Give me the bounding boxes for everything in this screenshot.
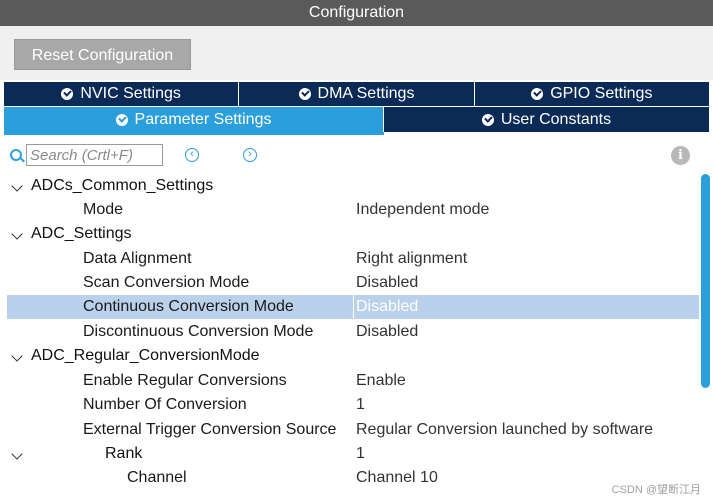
tree-row-selected[interactable]: Continuous Conversion Mode Disabled [7, 295, 699, 319]
param-value[interactable]: Disabled [356, 298, 418, 316]
tab-row-2: Parameter Settings User Constants [4, 107, 709, 132]
scrollbar-thumb[interactable] [701, 174, 710, 388]
tree-group-label: ADCs_Common_Settings [31, 177, 214, 194]
chevron-down-icon[interactable] [11, 448, 23, 460]
chevron-down-icon[interactable] [11, 180, 23, 192]
tab-label: Parameter Settings [134, 110, 272, 128]
chevron-down-icon[interactable] [11, 228, 23, 240]
tree-row[interactable]: External Trigger Conversion Source Regul… [7, 418, 699, 442]
watermark: CSDN @望断江月 [611, 484, 701, 496]
tab-gpio-settings[interactable]: GPIO Settings [474, 82, 709, 106]
param-name: Continuous Conversion Mode [83, 298, 294, 315]
check-circle-icon [481, 113, 494, 126]
tree-row[interactable]: Number Of Conversion 1 [7, 393, 699, 417]
tree-group[interactable]: ADCs_Common_Settings [7, 174, 699, 198]
param-value[interactable]: Regular Conversion launched by software [356, 421, 653, 439]
param-value[interactable]: Channel 10 [356, 469, 438, 487]
info-icon[interactable]: i [671, 146, 690, 165]
tab-label: GPIO Settings [550, 85, 653, 102]
search-input[interactable] [26, 144, 163, 166]
param-name: Data Alignment [83, 250, 192, 267]
param-value[interactable]: 1 [356, 445, 365, 463]
param-name: Enable Regular Conversions [83, 372, 287, 389]
previous-match-icon[interactable]: ‹ [185, 148, 199, 162]
param-name: Number Of Conversion [83, 396, 247, 413]
tree-row[interactable]: Scan Conversion Mode Disabled [7, 271, 699, 295]
window-title: Configuration [0, 0, 713, 26]
search-icon [10, 149, 22, 161]
column-divider [353, 295, 354, 319]
parameter-tree: ADCs_Common_Settings Mode Independent mo… [0, 172, 700, 492]
param-name: Discontinuous Conversion Mode [83, 323, 314, 340]
tab-user-constants[interactable]: User Constants [384, 107, 709, 132]
tree-row[interactable]: Data Alignment Right alignment [7, 247, 699, 271]
toolbar: Reset Configuration [0, 26, 713, 80]
param-name: Mode [83, 201, 124, 218]
vertical-scrollbar[interactable] [700, 172, 713, 492]
tree-group[interactable]: ADC_Settings [7, 222, 699, 246]
next-match-icon[interactable]: › [243, 148, 257, 162]
check-circle-icon [115, 113, 128, 126]
tree-group[interactable]: Rank 1 [7, 442, 699, 466]
param-value[interactable]: 1 [356, 396, 365, 414]
param-value[interactable]: Right alignment [356, 250, 467, 268]
tree-row[interactable]: Channel Channel 10 [7, 466, 699, 490]
param-name: External Trigger Conversion Source [83, 421, 337, 438]
tree-row[interactable]: Discontinuous Conversion Mode Disabled [7, 320, 699, 344]
param-value[interactable]: Independent mode [356, 201, 489, 219]
check-circle-icon [531, 88, 544, 100]
tab-label: DMA Settings [317, 85, 415, 102]
tab-label: User Constants [500, 110, 612, 128]
param-name: Scan Conversion Mode [83, 274, 250, 291]
tree-group[interactable]: ADC_Regular_ConversionMode [7, 344, 699, 368]
tab-label: NVIC Settings [80, 85, 181, 102]
tree-row[interactable]: Mode Independent mode [7, 198, 699, 222]
tree-group-label: ADC_Regular_ConversionMode [31, 347, 260, 364]
reset-configuration-button[interactable]: Reset Configuration [14, 39, 191, 70]
tab-nvic-settings[interactable]: NVIC Settings [4, 82, 240, 106]
param-name: Rank [105, 445, 143, 462]
param-value[interactable]: Disabled [356, 323, 418, 341]
param-value[interactable]: Disabled [356, 274, 418, 292]
tab-parameter-settings[interactable]: Parameter Settings [4, 107, 384, 132]
check-circle-icon [298, 88, 311, 100]
tab-row-1: NVIC Settings DMA Settings GPIO Settings [4, 82, 709, 106]
param-name: Channel [127, 469, 187, 486]
tree-group-label: ADC_Settings [31, 225, 132, 242]
param-value[interactable]: Enable [356, 372, 406, 390]
check-circle-icon [61, 88, 74, 100]
search-bar: ‹ › i [0, 140, 713, 170]
active-tab-indicator [4, 132, 384, 135]
tab-dma-settings[interactable]: DMA Settings [239, 82, 475, 106]
tree-row[interactable]: Enable Regular Conversions Enable [7, 369, 699, 393]
chevron-down-icon[interactable] [11, 350, 23, 362]
